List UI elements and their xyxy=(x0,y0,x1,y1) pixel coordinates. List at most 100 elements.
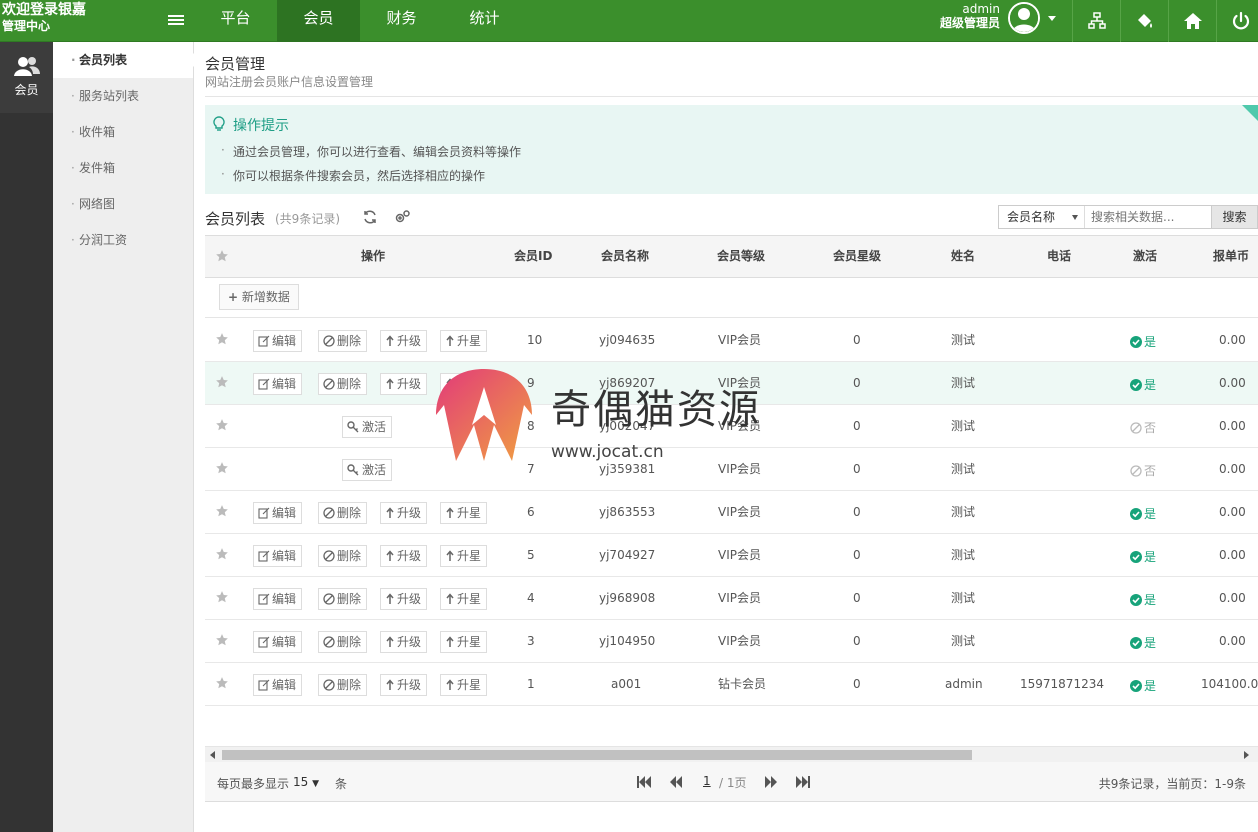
nav-member[interactable]: 会员 xyxy=(277,0,360,42)
edit-icon xyxy=(258,377,272,391)
sidebar-item-label: 收件箱 xyxy=(79,125,116,139)
table-row[interactable]: 编辑 删除 升级 升星 10 yj094635 VIP会员 0 测试 0.00 是 xyxy=(205,319,1258,362)
sidebar-item-salary[interactable]: 分润工资 xyxy=(53,222,193,258)
star-icon[interactable] xyxy=(215,547,229,561)
nav-statistics[interactable]: 统计 xyxy=(443,0,526,42)
star-icon[interactable] xyxy=(215,461,229,475)
clear-cache-icon[interactable] xyxy=(1120,0,1168,42)
user-info[interactable]: admin 超级管理员 xyxy=(940,2,1000,30)
settings-icon[interactable] xyxy=(394,209,410,225)
edit-button[interactable]: 编辑 xyxy=(253,631,303,653)
home-icon[interactable] xyxy=(1168,0,1216,42)
add-data-button[interactable]: + 新增数据 xyxy=(219,284,299,310)
delete-button[interactable]: 删除 xyxy=(318,502,368,524)
star-up-button[interactable]: 升星 xyxy=(440,373,488,395)
edit-button[interactable]: 编辑 xyxy=(253,674,303,696)
search-button[interactable]: 搜索 xyxy=(1211,206,1257,228)
sidebar-item-network[interactable]: 网络图 xyxy=(53,186,193,222)
star-icon[interactable] xyxy=(215,249,229,263)
delete-button[interactable]: 删除 xyxy=(318,631,368,653)
first-page-icon[interactable] xyxy=(635,774,653,790)
upgrade-button[interactable]: 升级 xyxy=(380,330,428,352)
cell-id: 6 xyxy=(527,505,535,519)
sidebar-item-member[interactable]: 会员 xyxy=(0,42,53,113)
star-icon[interactable] xyxy=(215,504,229,518)
delete-button[interactable]: 删除 xyxy=(318,545,368,567)
table-row[interactable]: 激活 8 yj002047 VIP会员 0 测试 0.00 否 xyxy=(205,405,1258,448)
cell-stars: 0 xyxy=(853,376,861,390)
ban-icon xyxy=(323,592,337,606)
tips-toggle-icon[interactable] xyxy=(1242,105,1258,121)
star-icon[interactable] xyxy=(215,332,229,346)
upgrade-button[interactable]: 升级 xyxy=(380,502,428,524)
upgrade-button[interactable]: 升级 xyxy=(380,631,428,653)
sidebar-item-inbox[interactable]: 收件箱 xyxy=(53,114,193,150)
sitemap-icon[interactable] xyxy=(1072,0,1120,42)
edit-button[interactable]: 编辑 xyxy=(253,502,303,524)
nav-finance[interactable]: 财务 xyxy=(360,0,443,42)
table-row[interactable]: 编辑 删除 升级 升星 3 yj104950 VIP会员 0 测试 0.00 是 xyxy=(205,620,1258,663)
edit-button[interactable]: 编辑 xyxy=(253,588,303,610)
upgrade-button[interactable]: 升级 xyxy=(380,674,428,696)
upgrade-button[interactable]: 升级 xyxy=(380,588,428,610)
edit-button[interactable]: 编辑 xyxy=(253,330,303,352)
activate-button[interactable]: 激活 xyxy=(342,416,393,438)
nav-platform[interactable]: 平台 xyxy=(194,0,277,42)
search-field-select[interactable]: 会员名称 xyxy=(999,206,1085,228)
per-page-select[interactable]: 15 ▼ xyxy=(293,775,319,789)
delete-button[interactable]: 删除 xyxy=(318,330,368,352)
horizontal-scrollbar[interactable] xyxy=(205,746,1258,762)
star-up-button[interactable]: 升星 xyxy=(440,674,488,696)
star-up-button[interactable]: 升星 xyxy=(440,330,488,352)
star-icon[interactable] xyxy=(215,590,229,604)
active-value: 否 xyxy=(1144,464,1157,478)
logout-icon[interactable] xyxy=(1216,0,1258,42)
delete-button[interactable]: 删除 xyxy=(318,674,368,696)
star-icon[interactable] xyxy=(215,676,229,690)
user-dropdown-icon[interactable] xyxy=(1048,16,1056,21)
sidebar-item-member-list[interactable]: 会员列表 xyxy=(53,42,194,78)
current-page[interactable]: 1 xyxy=(703,774,711,788)
next-page-icon[interactable] xyxy=(762,774,780,790)
table-row[interactable]: 编辑 删除 升级 升星 4 yj968908 VIP会员 0 测试 0.00 是 xyxy=(205,577,1258,620)
star-up-button[interactable]: 升星 xyxy=(440,502,488,524)
refresh-icon[interactable] xyxy=(362,209,378,225)
ban-icon xyxy=(323,506,337,520)
edit-label: 编辑 xyxy=(272,377,297,391)
table-row[interactable]: 编辑 删除 升级 升星 1 a001 钻卡会员 0 admin 15971871234 104100… xyxy=(205,663,1258,706)
arrow-up-icon xyxy=(445,334,457,348)
scroll-right-icon[interactable] xyxy=(1244,751,1249,759)
star-up-button[interactable]: 升星 xyxy=(440,631,488,653)
star-up-button[interactable]: 升星 xyxy=(440,588,488,610)
scrollbar-thumb[interactable] xyxy=(222,750,972,760)
search-input[interactable] xyxy=(1085,206,1211,228)
scroll-left-icon[interactable] xyxy=(210,751,215,759)
star-icon[interactable] xyxy=(215,633,229,647)
edit-button[interactable]: 编辑 xyxy=(253,373,303,395)
table-row[interactable]: 编辑 删除 升级 升星 9 yj869207 VIP会员 0 测试 0.00 是 xyxy=(205,362,1258,405)
star-icon[interactable] xyxy=(215,418,229,432)
arrow-up-icon xyxy=(445,635,457,649)
star-up-button[interactable]: 升星 xyxy=(440,545,488,567)
sidebar-item-outbox[interactable]: 发件箱 xyxy=(53,150,193,186)
sidebar-item-station-list[interactable]: 服务站列表 xyxy=(53,78,193,114)
edit-button[interactable]: 编辑 xyxy=(253,545,303,567)
activate-button[interactable]: 激活 xyxy=(342,459,393,481)
delete-label: 删除 xyxy=(337,678,362,692)
last-page-icon[interactable] xyxy=(794,774,812,790)
delete-button[interactable]: 删除 xyxy=(318,373,368,395)
previous-page-icon[interactable] xyxy=(667,774,685,790)
upgrade-button[interactable]: 升级 xyxy=(380,373,428,395)
chevron-down-icon: ▼ xyxy=(312,779,320,789)
delete-button[interactable]: 删除 xyxy=(318,588,368,610)
star-icon[interactable] xyxy=(215,375,229,389)
table-row[interactable]: 编辑 删除 升级 升星 5 yj704927 VIP会员 0 测试 0.00 是 xyxy=(205,534,1258,577)
table-row[interactable]: 编辑 删除 升级 升星 6 yj863553 VIP会员 0 测试 0.00 是 xyxy=(205,491,1258,534)
table-row[interactable]: 激活 7 yj359381 VIP会员 0 测试 0.00 否 xyxy=(205,448,1258,491)
check-circle-icon xyxy=(1130,593,1144,607)
tips-title: 操作提示 xyxy=(233,118,289,134)
upgrade-button[interactable]: 升级 xyxy=(380,545,428,567)
avatar[interactable] xyxy=(1008,2,1040,34)
cell-coin: 0.00 xyxy=(1219,376,1246,390)
menu-toggle-icon[interactable] xyxy=(168,15,184,27)
